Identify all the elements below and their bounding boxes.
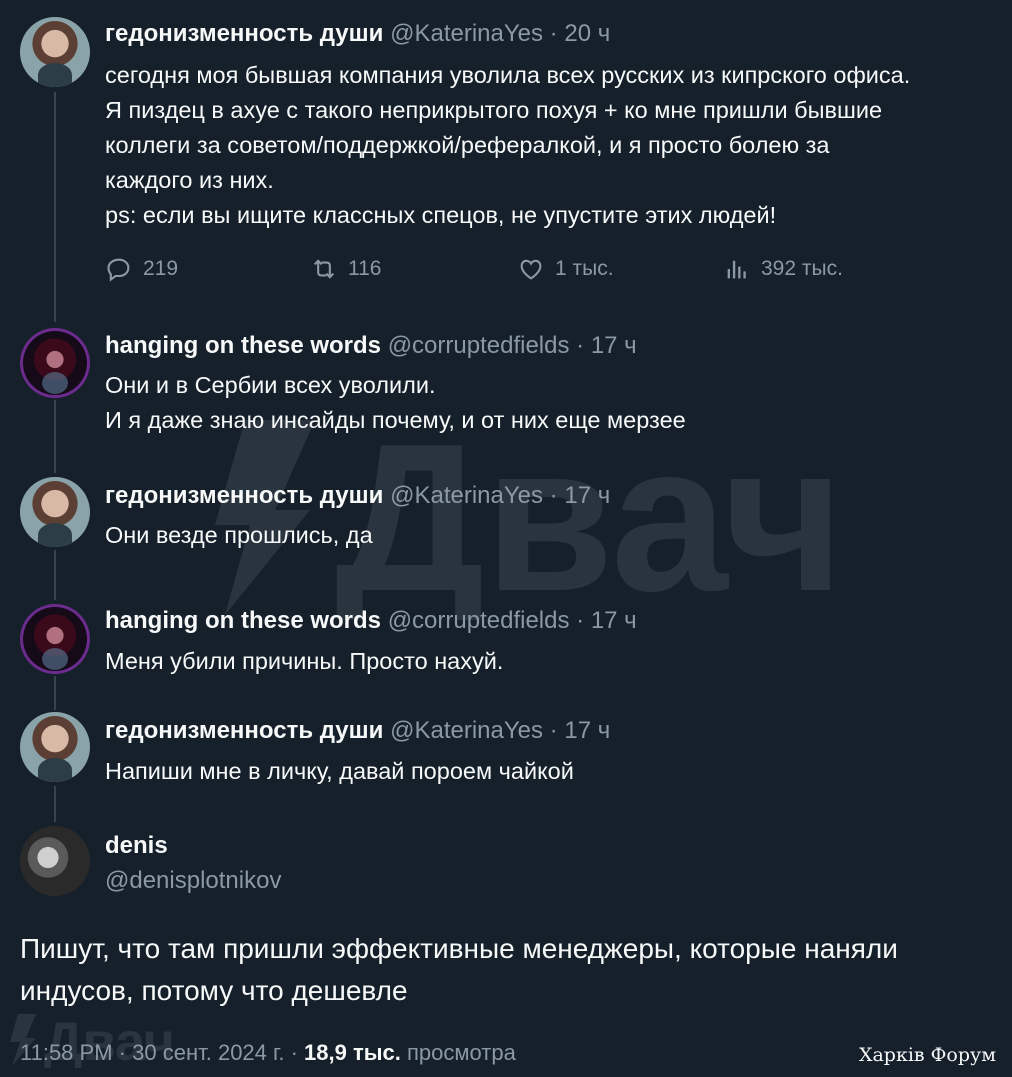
tweet-date[interactable]: 30 сент. 2024 г.	[132, 1040, 284, 1065]
like-button[interactable]: 1 тыс.	[517, 255, 614, 283]
avatar[interactable]	[20, 328, 90, 398]
author-handle[interactable]: @KaterinaYes	[390, 20, 543, 47]
author-name[interactable]: гедонизменность души	[105, 20, 383, 47]
author-name[interactable]: denis	[105, 832, 168, 860]
author-handle[interactable]: @corruptedfields	[388, 332, 570, 359]
retweet-icon	[313, 259, 335, 279]
tweet-time[interactable]: 17 ч	[591, 332, 637, 359]
tweet[interactable]: hanging on these words @corruptedfields …	[0, 320, 1012, 450]
tweet-time[interactable]: 11:58 PM	[20, 1040, 113, 1065]
tweet[interactable]: гедонизменность души @KaterinaYes · 17 ч…	[0, 470, 1012, 580]
avatar[interactable]	[20, 17, 90, 87]
author-handle[interactable]: @denisplotnikov	[105, 867, 281, 895]
tweet[interactable]: hanging on these words @corruptedfields …	[0, 597, 1012, 707]
forum-watermark: Харків Форум	[858, 1044, 996, 1066]
tweet[interactable]: гедонизменность души @KaterinaYes · 20 ч…	[0, 0, 1012, 300]
author-name[interactable]: hanging on these words	[105, 607, 381, 634]
author-handle[interactable]: @corruptedfields	[388, 607, 570, 634]
views-label: просмотра	[407, 1040, 516, 1065]
tweet-time[interactable]: 17 ч	[591, 607, 637, 634]
tweet-text: сегодня моя бывшая компания уволила всех…	[105, 62, 911, 228]
author-name[interactable]: гедонизменность души	[105, 717, 383, 744]
avatar[interactable]	[20, 712, 90, 782]
views-icon	[727, 260, 746, 279]
tweet-text: Напиши мне в личку, давай пороем чайкой	[105, 758, 574, 784]
tweet[interactable]: гедонизменность души @KaterinaYes · 17 ч…	[0, 706, 1012, 816]
author-name[interactable]: гедонизменность души	[105, 482, 383, 509]
tweet-footer: 11:58 PM · 30 сент. 2024 г. · 18,9 тыс. …	[20, 1040, 516, 1065]
heart-icon	[520, 259, 542, 280]
views-count: 18,9 тыс.	[304, 1040, 401, 1065]
tweet-time[interactable]: 20 ч	[564, 20, 610, 47]
retweet-button[interactable]: 116	[310, 255, 381, 283]
tweet-time[interactable]: 17 ч	[564, 482, 610, 509]
avatar[interactable]	[20, 826, 90, 896]
tweet-text: Меня убили причины. Просто нахуй.	[105, 648, 504, 674]
avatar[interactable]	[20, 477, 90, 547]
author-handle[interactable]: @KaterinaYes	[390, 717, 543, 744]
avatar[interactable]	[20, 604, 90, 674]
author-handle[interactable]: @KaterinaYes	[390, 482, 543, 509]
tweet-text: Они везде прошлись, да	[105, 522, 373, 548]
main-tweet-text: Пишут, что там пришли эффективные менедж…	[20, 933, 898, 1006]
tweet-actions: 219 116 1 тыс. 392 тыс.	[105, 255, 865, 289]
views-button[interactable]: 392 тыс.	[723, 255, 843, 283]
author-name[interactable]: hanging on these words	[105, 332, 381, 359]
tweet-text: Они и в Сербии всех уволили. И я даже зн…	[105, 372, 686, 433]
tweet-time[interactable]: 17 ч	[564, 717, 610, 744]
reply-button[interactable]: 219	[105, 255, 178, 283]
reply-icon	[107, 258, 130, 282]
